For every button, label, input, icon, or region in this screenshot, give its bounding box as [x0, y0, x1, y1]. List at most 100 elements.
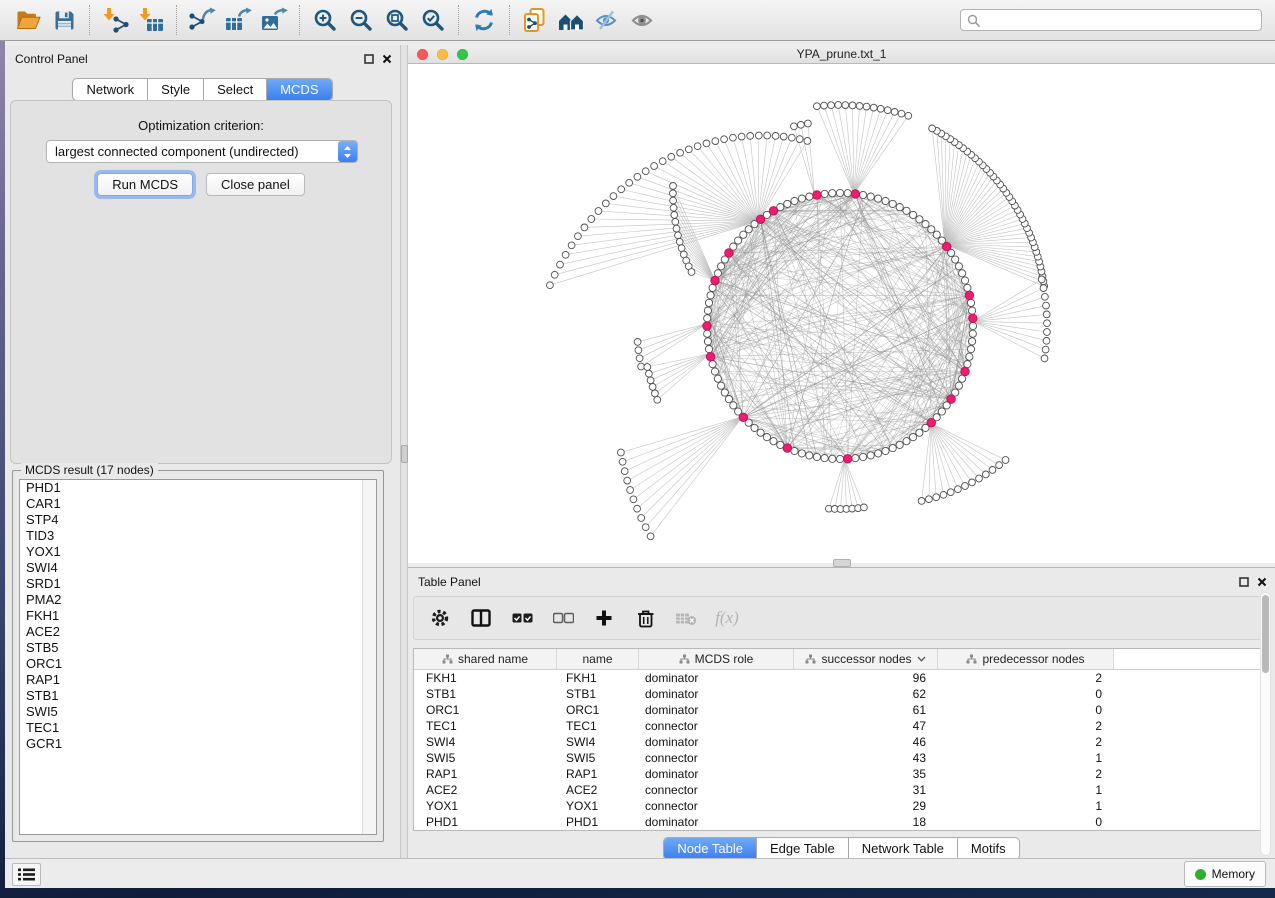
deselect-all-rows-icon[interactable]	[551, 605, 575, 631]
mcds-node-item[interactable]: SRD1	[20, 576, 376, 592]
dropdown-stepper-icon	[338, 141, 357, 162]
status-bar: Memory	[5, 858, 1275, 888]
window-zoom-light[interactable]	[457, 49, 468, 60]
show-columns-icon[interactable]	[469, 605, 493, 631]
mcds-node-item[interactable]: SWI5	[20, 704, 376, 720]
tab-network-table[interactable]: Network Table	[849, 838, 958, 859]
select-all-rows-icon[interactable]	[510, 605, 534, 631]
cell: TEC1	[557, 718, 639, 734]
function-builder-icon[interactable]: f(x)	[715, 605, 739, 631]
delete-rows-icon[interactable]	[633, 605, 657, 631]
import-table-icon[interactable]	[133, 3, 169, 37]
memory-button[interactable]: Memory	[1184, 861, 1266, 887]
table-row[interactable]: PHD1PHD1dominator180	[414, 814, 1261, 830]
mcds-node-item[interactable]: STB5	[20, 640, 376, 656]
mcds-node-item[interactable]: STB1	[20, 688, 376, 704]
close-panel-icon[interactable]	[1257, 574, 1267, 592]
table-scrollbar[interactable]	[1260, 592, 1271, 856]
optimization-criterion-value: largest connected component (undirected)	[47, 144, 338, 159]
table-row[interactable]: YOX1YOX1connector291	[414, 798, 1261, 814]
add-row-icon[interactable]	[592, 605, 616, 631]
mcds-node-item[interactable]: TEC1	[20, 720, 376, 736]
mcds-node-item[interactable]: ORC1	[20, 656, 376, 672]
mcds-node-item[interactable]: FKH1	[20, 608, 376, 624]
run-mcds-button[interactable]: Run MCDS	[97, 173, 193, 196]
mcds-node-item[interactable]: PHD1	[20, 480, 376, 496]
tab-edge-table[interactable]: Edge Table	[757, 838, 849, 859]
mcds-result-group: MCDS result (17 nodes) PHD1CAR1STP4TID3Y…	[12, 470, 384, 842]
column-header-MCDS-role[interactable]: MCDS role	[639, 649, 794, 669]
refresh-view-icon[interactable]	[466, 3, 502, 37]
network-overview-icon[interactable]	[553, 3, 589, 37]
tab-select[interactable]: Select	[204, 79, 267, 100]
zoom-selected-icon[interactable]	[415, 3, 451, 37]
export-network-icon[interactable]	[184, 3, 220, 37]
clone-network-icon[interactable]	[517, 3, 553, 37]
mcds-node-item[interactable]: YOX1	[20, 544, 376, 560]
mcds-node-item[interactable]: CAR1	[20, 496, 376, 512]
search-input[interactable]	[984, 12, 1255, 28]
tab-mcds[interactable]: MCDS	[267, 79, 331, 100]
mcds-node-item[interactable]: SWI4	[20, 560, 376, 576]
table-row[interactable]: ACE2ACE2connector311	[414, 782, 1261, 798]
cell: 0	[938, 814, 1114, 830]
tab-style[interactable]: Style	[148, 79, 204, 100]
hide-graphics-details-icon[interactable]	[589, 3, 625, 37]
list-scrollbar[interactable]	[362, 480, 376, 834]
table-row[interactable]: ORC1ORC1dominator610	[414, 702, 1261, 718]
table-row[interactable]: RAP1RAP1dominator352	[414, 766, 1261, 782]
column-label: successor nodes	[821, 652, 911, 666]
export-table-icon[interactable]	[220, 3, 256, 37]
mcds-node-item[interactable]: RAP1	[20, 672, 376, 688]
mcds-node-item[interactable]: TID3	[20, 528, 376, 544]
tab-node-table[interactable]: Node Table	[664, 838, 757, 859]
zoom-in-icon[interactable]	[307, 3, 343, 37]
memory-label: Memory	[1212, 867, 1255, 881]
float-panel-icon[interactable]	[364, 51, 374, 69]
window-close-light[interactable]	[417, 49, 428, 60]
table-scrollbar-thumb[interactable]	[1262, 595, 1269, 673]
column-label: MCDS role	[695, 652, 754, 666]
mcds-result-legend: MCDS result (17 nodes)	[21, 463, 158, 477]
cell: 62	[794, 686, 938, 702]
clear-table-icon[interactable]	[674, 605, 698, 631]
window-minimize-light[interactable]	[437, 49, 448, 60]
column-header-shared-name[interactable]: shared name	[414, 649, 557, 669]
export-image-icon[interactable]	[256, 3, 292, 37]
table-row[interactable]: SWI4SWI4dominator462	[414, 734, 1261, 750]
zoom-fit-icon[interactable]	[379, 3, 415, 37]
status-menu-button[interactable]	[12, 863, 41, 886]
table-row[interactable]: FKH1FKH1dominator962	[414, 670, 1261, 686]
mcds-node-item[interactable]: ACE2	[20, 624, 376, 640]
import-network-icon[interactable]	[97, 3, 133, 37]
open-file-icon[interactable]	[10, 3, 46, 37]
table-row[interactable]: STB1STB1dominator620	[414, 686, 1261, 702]
mcds-node-item[interactable]: STP4	[20, 512, 376, 528]
cell: 2	[938, 718, 1114, 734]
optimization-criterion-select[interactable]: largest connected component (undirected)	[46, 140, 358, 163]
save-session-icon[interactable]	[46, 3, 82, 37]
cell: 61	[794, 702, 938, 718]
cell	[1114, 670, 1261, 686]
column-header-name[interactable]: name	[557, 649, 639, 669]
zoom-out-icon[interactable]	[343, 3, 379, 37]
tab-network[interactable]: Network	[73, 79, 148, 100]
close-panel-icon[interactable]	[382, 51, 392, 69]
splitter-handle[interactable]	[401, 445, 408, 463]
app-window-body: Control Panel NetworkStyleSelectMCDS Opt…	[5, 41, 1275, 888]
mcds-node-item[interactable]: GCR1	[20, 736, 376, 752]
show-graphics-details-icon[interactable]	[625, 3, 661, 37]
column-header-successor-nodes[interactable]: successor nodes	[794, 649, 938, 669]
network-canvas[interactable]	[408, 64, 1275, 563]
column-header-predecessor-nodes[interactable]: predecessor nodes	[938, 649, 1114, 669]
table-settings-icon[interactable]	[428, 605, 452, 631]
table-row[interactable]: SWI5SWI5connector431	[414, 750, 1261, 766]
mcds-node-item[interactable]: PMA2	[20, 592, 376, 608]
cell: STB1	[557, 686, 639, 702]
horizontal-splitter-handle[interactable]	[833, 559, 851, 567]
tab-motifs[interactable]: Motifs	[958, 838, 1019, 859]
close-panel-button[interactable]: Close panel	[206, 173, 305, 196]
vertical-splitter[interactable]	[400, 45, 408, 858]
float-panel-icon[interactable]	[1239, 574, 1249, 592]
table-row[interactable]: TEC1TEC1connector472	[414, 718, 1261, 734]
